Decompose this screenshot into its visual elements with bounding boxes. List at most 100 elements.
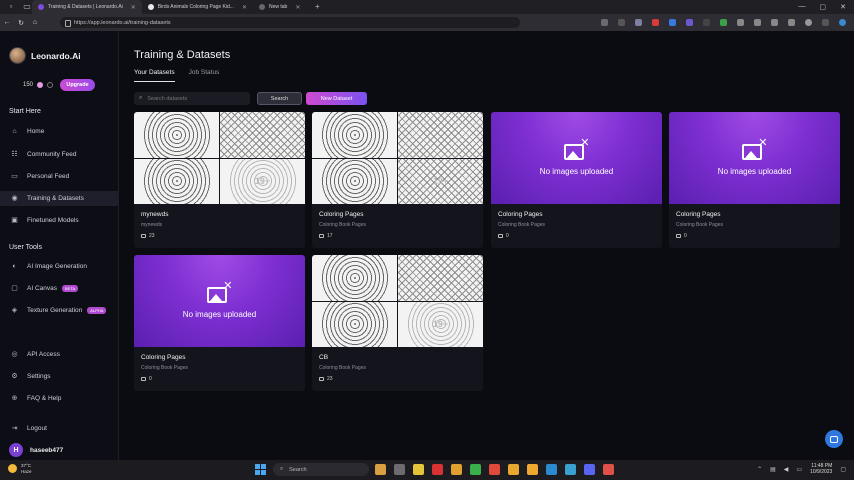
- extension-icon[interactable]: [771, 19, 778, 26]
- search-button[interactable]: Search: [257, 92, 302, 105]
- sidebar-item-training-datasets[interactable]: ◉ Training & Datasets: [0, 191, 118, 206]
- dataset-card[interactable]: 19+ CB Coloring Book Pages 23: [312, 255, 483, 391]
- url-field[interactable]: https://app.leonardo.ai/training-dataset…: [60, 17, 520, 28]
- close-tab-icon[interactable]: ✕: [242, 4, 247, 11]
- profile-icon[interactable]: [805, 19, 812, 26]
- taskbar-app-icon[interactable]: [584, 464, 595, 475]
- extension-icon[interactable]: [720, 19, 727, 26]
- weather-widget[interactable]: 37°C Haze: [8, 463, 32, 474]
- sidebar-item-texture-generation[interactable]: ◈ Texture Generation ALPHA: [0, 303, 118, 318]
- user-profile[interactable]: H haseeb477: [9, 443, 63, 457]
- username: haseeb477: [30, 446, 64, 454]
- taskbar-app-icon[interactable]: [451, 464, 462, 475]
- sidebar-item-home[interactable]: ⌂ Home: [0, 124, 118, 139]
- taskbar-search[interactable]: ⌕ Search: [273, 463, 369, 476]
- dataset-card[interactable]: 19+ Coloring Pages Coloring Book Pages 17: [312, 112, 483, 248]
- taskbar-app-icon[interactable]: [375, 464, 386, 475]
- notification-icon[interactable]: ▢: [840, 466, 846, 473]
- sidebar-item-faq-help[interactable]: ⊕ FAQ & Help: [0, 391, 118, 406]
- taskbar-app-icon[interactable]: [413, 464, 424, 475]
- maximize-icon[interactable]: ▢: [820, 3, 827, 11]
- back-icon[interactable]: ←: [0, 19, 14, 26]
- upgrade-button[interactable]: Upgrade: [60, 79, 95, 91]
- search-input[interactable]: [147, 95, 246, 102]
- network-icon[interactable]: ▤: [770, 466, 776, 473]
- browser-tab-active[interactable]: Training & Datasets | Leonardo.Ai ✕: [32, 0, 142, 14]
- taskbar: 37°C Haze ⌕ Search ⌃ ▤ ◀ ▭ 11:48 PM 10/9…: [0, 460, 854, 480]
- dataset-image-count: 0: [498, 233, 509, 239]
- taskbar-app-icon[interactable]: [508, 464, 519, 475]
- extension-icons: [601, 19, 854, 26]
- taskbar-app-icon[interactable]: [565, 464, 576, 475]
- sidebar-item-logout[interactable]: ⇥ Logout: [0, 421, 118, 436]
- extension-icon[interactable]: [737, 19, 744, 26]
- minimize-icon[interactable]: —: [799, 3, 806, 11]
- dataset-card[interactable]: ✕ No images uploaded Coloring Pages Colorin…: [134, 255, 305, 391]
- sidebar-item-api-access[interactable]: ◎ API Access: [0, 347, 118, 362]
- taskbar-app-icon[interactable]: [432, 464, 443, 475]
- tab-job-status[interactable]: Job Status: [189, 69, 220, 82]
- extension-icon[interactable]: [703, 19, 710, 26]
- dataset-title: mynewds: [141, 211, 169, 218]
- home-browser-icon[interactable]: ⌂: [28, 19, 42, 26]
- dataset-card[interactable]: 19+ mynewds mynewds 23: [134, 112, 305, 248]
- sidebar-item-personal-feed[interactable]: ▭ Personal Feed: [0, 169, 118, 184]
- extension-icon[interactable]: [788, 19, 795, 26]
- dataset-subtitle: Coloring Book Pages: [319, 222, 366, 228]
- windows-start-icon[interactable]: [255, 464, 266, 475]
- close-tab-icon[interactable]: ✕: [131, 4, 136, 11]
- window-menu-icon[interactable]: ▫: [6, 2, 16, 12]
- new-tab-icon[interactable]: +: [312, 2, 322, 12]
- token-count: 150: [23, 82, 34, 88]
- close-window-icon[interactable]: ✕: [840, 3, 846, 11]
- extension-icon[interactable]: [754, 19, 761, 26]
- sidebar-item-ai-image-generation[interactable]: ◐ AI Image Generation: [0, 259, 118, 274]
- clock[interactable]: 11:48 PM 10/9/2023: [810, 463, 832, 475]
- reload-icon[interactable]: ↻: [14, 19, 28, 27]
- new-dataset-button[interactable]: New Dataset: [306, 92, 367, 105]
- info-icon[interactable]: [47, 82, 54, 88]
- taskbar-app-icon[interactable]: [470, 464, 481, 475]
- section-title-tools: User Tools: [9, 244, 42, 251]
- battery-icon[interactable]: ▭: [796, 466, 802, 473]
- dataset-card[interactable]: ✕ No images uploaded Coloring Pages Colorin…: [491, 112, 662, 248]
- sidebar-item-finetuned-models[interactable]: ▣ Finetuned Models: [0, 213, 118, 228]
- sidebar-item-ai-canvas[interactable]: ▢ AI Canvas BETA: [0, 281, 118, 296]
- volume-icon[interactable]: ◀: [784, 466, 789, 473]
- sidebar-item-settings[interactable]: ⚙ Settings: [0, 369, 118, 384]
- extension-icon[interactable]: [635, 19, 642, 26]
- browser-tab[interactable]: Birds Animals Coloring Page Kid... ✕: [142, 0, 253, 14]
- copilot-icon[interactable]: [839, 19, 846, 26]
- taskbar-app-icon[interactable]: [603, 464, 614, 475]
- brand[interactable]: Leonardo.Ai: [9, 47, 81, 64]
- image-icon: [498, 234, 503, 238]
- chevron-up-icon[interactable]: ⌃: [757, 466, 762, 473]
- dataset-title: CB: [319, 354, 329, 361]
- dataset-card[interactable]: ✕ No images uploaded Coloring Pages Colorin…: [669, 112, 840, 248]
- more-menu-icon[interactable]: [822, 19, 829, 26]
- taskbar-app-icon[interactable]: [489, 464, 500, 475]
- leonardo-logo-icon: [9, 47, 26, 64]
- taskbar-app-icon[interactable]: [546, 464, 557, 475]
- no-image-icon: ✕: [563, 138, 590, 162]
- sidebar-item-community-feed[interactable]: ☷ Community Feed: [0, 147, 118, 162]
- taskbar-app-icon[interactable]: [527, 464, 538, 475]
- extension-icon[interactable]: [652, 19, 659, 26]
- taskbar-app-icon[interactable]: [394, 464, 405, 475]
- chat-support-button[interactable]: [825, 430, 843, 448]
- close-tab-icon[interactable]: ✕: [295, 4, 300, 11]
- tab-your-datasets[interactable]: Your Datasets: [134, 69, 175, 82]
- favorite-star-icon[interactable]: [618, 19, 625, 26]
- weather-temp: 37°C: [21, 463, 32, 468]
- browser-tab[interactable]: New tab ✕: [253, 0, 306, 14]
- tab-list-icon[interactable]: ▭: [22, 2, 32, 12]
- empty-label: No images uploaded: [182, 310, 257, 319]
- extension-icon[interactable]: [669, 19, 676, 26]
- page-title: Training & Datasets: [134, 49, 231, 61]
- leonardo-favicon-icon: [38, 4, 44, 10]
- extension-icon[interactable]: [601, 19, 608, 26]
- dataset-thumbnails: 19+: [312, 112, 483, 204]
- dataset-title: Coloring Pages: [141, 354, 186, 361]
- dataset-title: Coloring Pages: [319, 211, 364, 218]
- extension-icon[interactable]: [686, 19, 693, 26]
